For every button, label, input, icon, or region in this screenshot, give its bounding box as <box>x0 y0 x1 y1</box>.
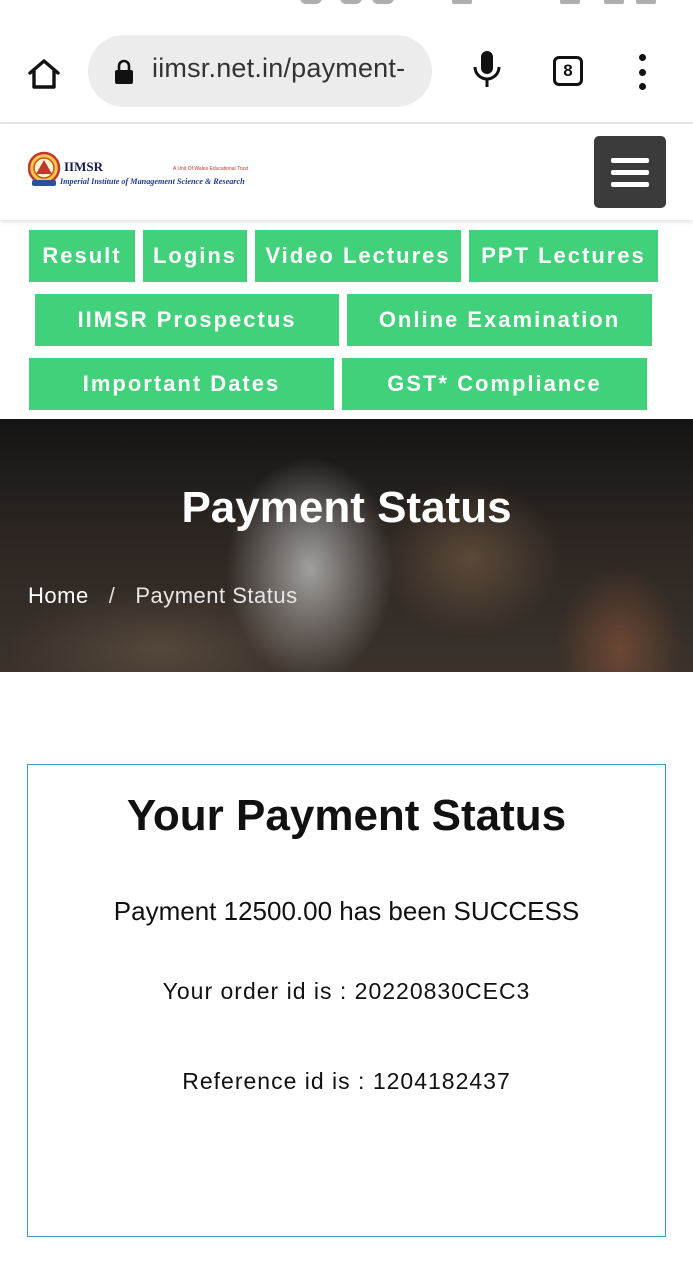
payment-amount-text: Payment 12500.00 has been SUCCESS <box>113 896 580 926</box>
nav-gst-compliance[interactable]: GST* Compliance <box>340 356 649 412</box>
status-icon <box>340 0 362 4</box>
iimsr-logo[interactable]: IIMSR A Unit Of Wales Educational Trust … <box>28 148 268 192</box>
url-text[interactable]: iimsr.net.in/payment- <box>152 53 405 84</box>
nav-online-examination[interactable]: Online Examination <box>345 292 654 348</box>
logo-subtitle: Imperial Institute of Management Science… <box>60 177 245 186</box>
breadcrumb-separator: / <box>108 583 116 608</box>
status-icon <box>604 0 624 4</box>
card-title: Your Payment Status <box>126 791 567 840</box>
hamburger-menu-button[interactable] <box>594 136 666 208</box>
browser-toolbar: iimsr.net.in/payment- 8 <box>0 18 693 124</box>
breadcrumb-current: Payment Status <box>135 583 298 608</box>
logo-unit-text: A Unit Of Wales Educational Trust <box>173 166 249 172</box>
status-bar <box>0 0 693 10</box>
nav-row-3: Important Dates GST* Compliance <box>27 356 649 412</box>
breadcrumb-home-link[interactable]: Home <box>28 583 89 608</box>
site-header: IIMSR A Unit Of Wales Educational Trust … <box>0 124 693 220</box>
status-icon <box>300 0 322 4</box>
lock-icon <box>115 59 133 84</box>
status-icon <box>372 0 394 4</box>
payment-status-card: Your Payment Status Payment 12500.00 has… <box>27 764 666 1237</box>
nav-logins[interactable]: Logins <box>141 228 249 284</box>
page-title: Payment Status <box>181 483 512 532</box>
reference-id-text: Reference id is : 1204182437 <box>182 1068 511 1094</box>
tab-count: 8 <box>563 61 573 80</box>
nav-row-1: Result Logins Video Lectures PPT Lecture… <box>27 228 660 284</box>
status-icon <box>560 0 580 4</box>
order-id-text: Your order id is : 20220830CEC3 <box>162 978 531 1004</box>
status-icon <box>636 0 656 4</box>
nav-ppt-lectures[interactable]: PPT Lectures <box>467 228 660 284</box>
nav-iimsr-prospectus[interactable]: IIMSR Prospectus <box>33 292 341 348</box>
status-icon <box>452 0 472 4</box>
tab-switcher-button[interactable]: 8 <box>553 56 583 86</box>
logo-name: IIMSR <box>64 159 104 174</box>
microphone-icon[interactable] <box>470 49 504 96</box>
breadcrumb: Home / Payment Status <box>28 583 298 609</box>
nav-row-2: IIMSR Prospectus Online Examination <box>33 292 654 348</box>
address-bar[interactable]: iimsr.net.in/payment- <box>88 35 432 107</box>
nav-important-dates[interactable]: Important Dates <box>27 356 336 412</box>
more-menu-icon[interactable] <box>629 54 655 90</box>
home-icon[interactable] <box>22 52 66 96</box>
nav-result[interactable]: Result <box>27 228 137 284</box>
page-banner: Payment Status Home / Payment Status <box>0 419 693 672</box>
nav-video-lectures[interactable]: Video Lectures <box>253 228 463 284</box>
emblem-icon <box>28 151 61 186</box>
